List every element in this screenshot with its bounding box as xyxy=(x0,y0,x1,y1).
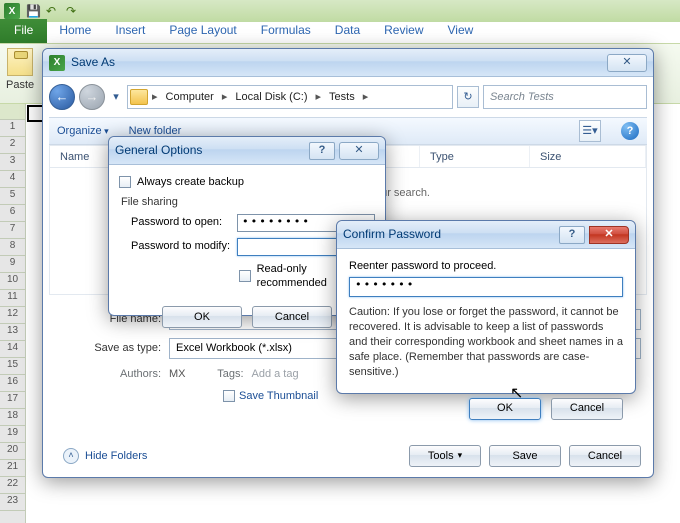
ok-button[interactable]: OK xyxy=(469,398,541,420)
authors-value[interactable]: MX xyxy=(169,367,186,381)
save-icon[interactable]: 💾 xyxy=(26,4,40,18)
always-backup-checkbox[interactable]: Always create backup xyxy=(119,175,375,189)
clipboard-icon xyxy=(7,48,33,76)
tab-home[interactable]: Home xyxy=(47,19,103,43)
checkbox-icon xyxy=(223,390,235,402)
dialog-title: Confirm Password xyxy=(343,227,559,243)
tools-button[interactable]: Tools xyxy=(409,445,481,467)
help-button[interactable]: ? xyxy=(559,226,585,244)
search-input[interactable]: Search Tests xyxy=(483,85,647,109)
dialog-title: Save As xyxy=(71,55,607,71)
pw-open-label: Password to open: xyxy=(119,215,231,229)
close-button[interactable]: ✕ xyxy=(607,54,647,72)
chevron-up-icon: ˄ xyxy=(63,448,79,464)
col-size[interactable]: Size xyxy=(530,146,646,167)
nav-forward-button[interactable]: → xyxy=(79,84,105,110)
tab-data[interactable]: Data xyxy=(323,19,372,43)
checkbox-icon xyxy=(239,270,251,282)
ok-button[interactable]: OK xyxy=(162,306,242,328)
save-type-label: Save as type: xyxy=(83,341,161,355)
hide-folders-button[interactable]: ˄ Hide Folders xyxy=(63,448,147,464)
help-button[interactable]: ? xyxy=(309,142,335,160)
tags-value[interactable]: Add a tag xyxy=(252,367,299,381)
organize-button[interactable]: Organize xyxy=(57,124,109,138)
tab-insert[interactable]: Insert xyxy=(103,19,157,43)
confirm-password-dialog: Confirm Password ? ✕ Reenter password to… xyxy=(336,220,636,394)
ribbon-tabs: File Home Insert Page Layout Formulas Da… xyxy=(0,22,680,44)
dialog-title: General Options xyxy=(115,143,309,159)
tab-review[interactable]: Review xyxy=(372,19,435,43)
tags-label: Tags: xyxy=(194,367,244,381)
refresh-button[interactable]: ↻ xyxy=(457,86,479,108)
folder-icon xyxy=(130,89,148,105)
prompt-text: Reenter password to proceed. xyxy=(349,259,623,273)
address-breadcrumb[interactable]: ▸ Computer▸ Local Disk (C:)▸ Tests▸ xyxy=(127,85,453,109)
close-button[interactable]: ✕ xyxy=(589,226,629,244)
caution-text: Caution: If you lose or forget the passw… xyxy=(349,305,623,379)
col-type[interactable]: Type xyxy=(420,146,530,167)
save-button[interactable]: Save xyxy=(489,445,561,467)
tab-view[interactable]: View xyxy=(436,19,486,43)
undo-icon[interactable]: ↶ xyxy=(46,4,60,18)
help-icon[interactable]: ? xyxy=(621,122,639,140)
row-headers: 1234567891011121314151617181920212223 xyxy=(0,104,26,523)
cancel-button[interactable]: Cancel xyxy=(551,398,623,420)
tab-pagelayout[interactable]: Page Layout xyxy=(157,19,248,43)
redo-icon[interactable]: ↷ xyxy=(66,4,80,18)
paste-label: Paste xyxy=(6,78,34,92)
nav-back-button[interactable]: ← xyxy=(49,84,75,110)
view-mode-button[interactable]: ☰▾ xyxy=(579,120,601,142)
excel-logo-icon: X xyxy=(49,55,65,71)
paste-button[interactable]: Paste xyxy=(6,48,34,99)
nav-history-dropdown[interactable]: ▾ xyxy=(109,84,123,110)
cancel-button[interactable]: Cancel xyxy=(252,306,332,328)
tab-formulas[interactable]: Formulas xyxy=(249,19,323,43)
pw-modify-label: Password to modify: xyxy=(119,239,231,253)
authors-label: Authors: xyxy=(83,367,161,381)
checkbox-icon xyxy=(119,176,131,188)
file-sharing-label: File sharing xyxy=(121,195,375,209)
close-button[interactable]: ✕ xyxy=(339,142,379,160)
excel-logo-icon: X xyxy=(4,3,20,19)
file-tab[interactable]: File xyxy=(0,19,47,43)
cancel-button[interactable]: Cancel xyxy=(569,445,641,467)
reenter-password-input[interactable]: ••••••• xyxy=(349,277,623,297)
